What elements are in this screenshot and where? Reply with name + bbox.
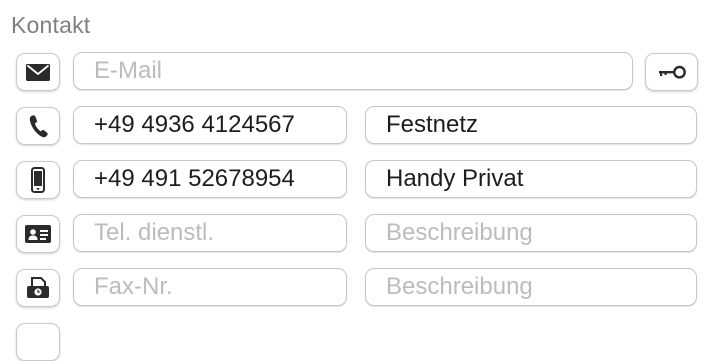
mobile-type-button[interactable] (16, 161, 60, 199)
business-description-field[interactable]: Beschreibung (365, 214, 697, 252)
key-button[interactable] (645, 53, 698, 91)
business-phone-field[interactable]: Tel. dienstl. (73, 214, 347, 252)
email-field[interactable]: E-Mail (73, 52, 633, 90)
section-title: Kontakt (11, 12, 91, 38)
mobile-number-field[interactable]: +49 491 52678954 (73, 160, 347, 198)
email-type-button[interactable] (16, 53, 60, 91)
fax-type-button[interactable] (16, 269, 60, 307)
fax-icon (26, 277, 50, 299)
business-phone-type-button[interactable] (16, 215, 60, 253)
phone-type-button[interactable] (16, 107, 60, 145)
phone-icon (28, 114, 48, 138)
mobile-phone-icon (31, 167, 45, 193)
key-icon (657, 65, 687, 79)
envelope-icon (26, 63, 50, 81)
next-row-button[interactable] (16, 323, 60, 361)
mobile-description-field[interactable]: Handy Privat (365, 160, 697, 198)
phone-description-field[interactable]: Festnetz (365, 106, 697, 144)
phone-number-field[interactable]: +49 4936 4124567 (73, 106, 347, 144)
business-card-icon (25, 225, 51, 243)
fax-description-field[interactable]: Beschreibung (365, 268, 697, 306)
fax-number-field[interactable]: Fax-Nr. (73, 268, 347, 306)
